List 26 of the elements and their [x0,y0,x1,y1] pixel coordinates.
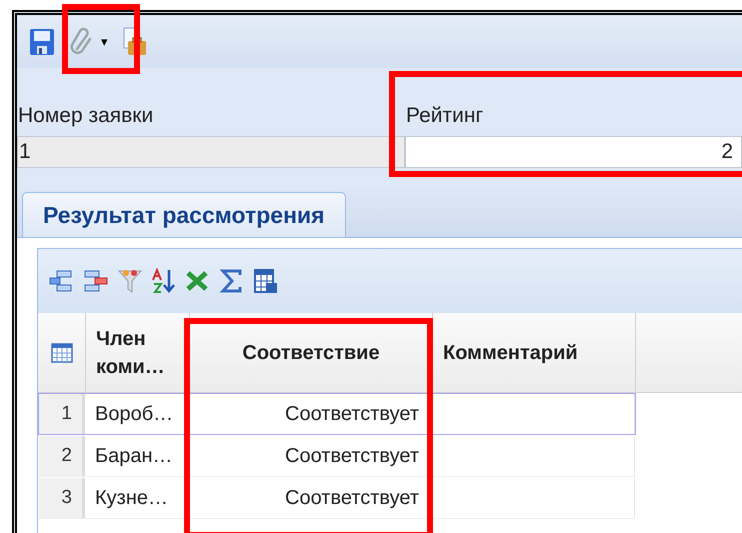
table-row[interactable]: 1 Вороб… Соответствует [38,393,636,435]
document-briefcase-icon [122,26,148,56]
table-icon [50,342,72,362]
table-row[interactable]: 3 Кузне… Соответствует [38,477,636,519]
field-label: Номер заявки [17,103,154,130]
funnel-icon[interactable] [116,267,144,295]
table-settings-icon[interactable] [252,267,280,295]
table-cell-text: Вороб… [95,402,174,427]
tab[interactable]: Результат рассмотрения [22,192,346,237]
table-cell-text: Соответствует [285,444,419,469]
table-cell-text: Соответствует [285,402,419,427]
table-cell-text: Соответствует [285,486,419,511]
attach-button[interactable]: ▾ [67,24,110,58]
table-row[interactable]: 2 Баран… Соответствует [38,435,636,477]
number-field[interactable]: 1 [17,136,405,168]
column-header[interactable]: Комментарий [443,338,578,366]
table-cell-text: Кузне… [95,486,168,511]
row-number: 2 [39,436,85,476]
field-label: Рейтинг [405,103,484,130]
column-header[interactable]: Член коми… [96,324,179,380]
row-number: 1 [39,394,85,434]
table-cell-text: Баран… [95,444,173,469]
sort-icon[interactable] [150,267,178,295]
rating-field[interactable]: 2 [405,136,742,168]
column-header[interactable]: Соответствие [242,338,380,366]
row-number: 3 [39,478,85,518]
